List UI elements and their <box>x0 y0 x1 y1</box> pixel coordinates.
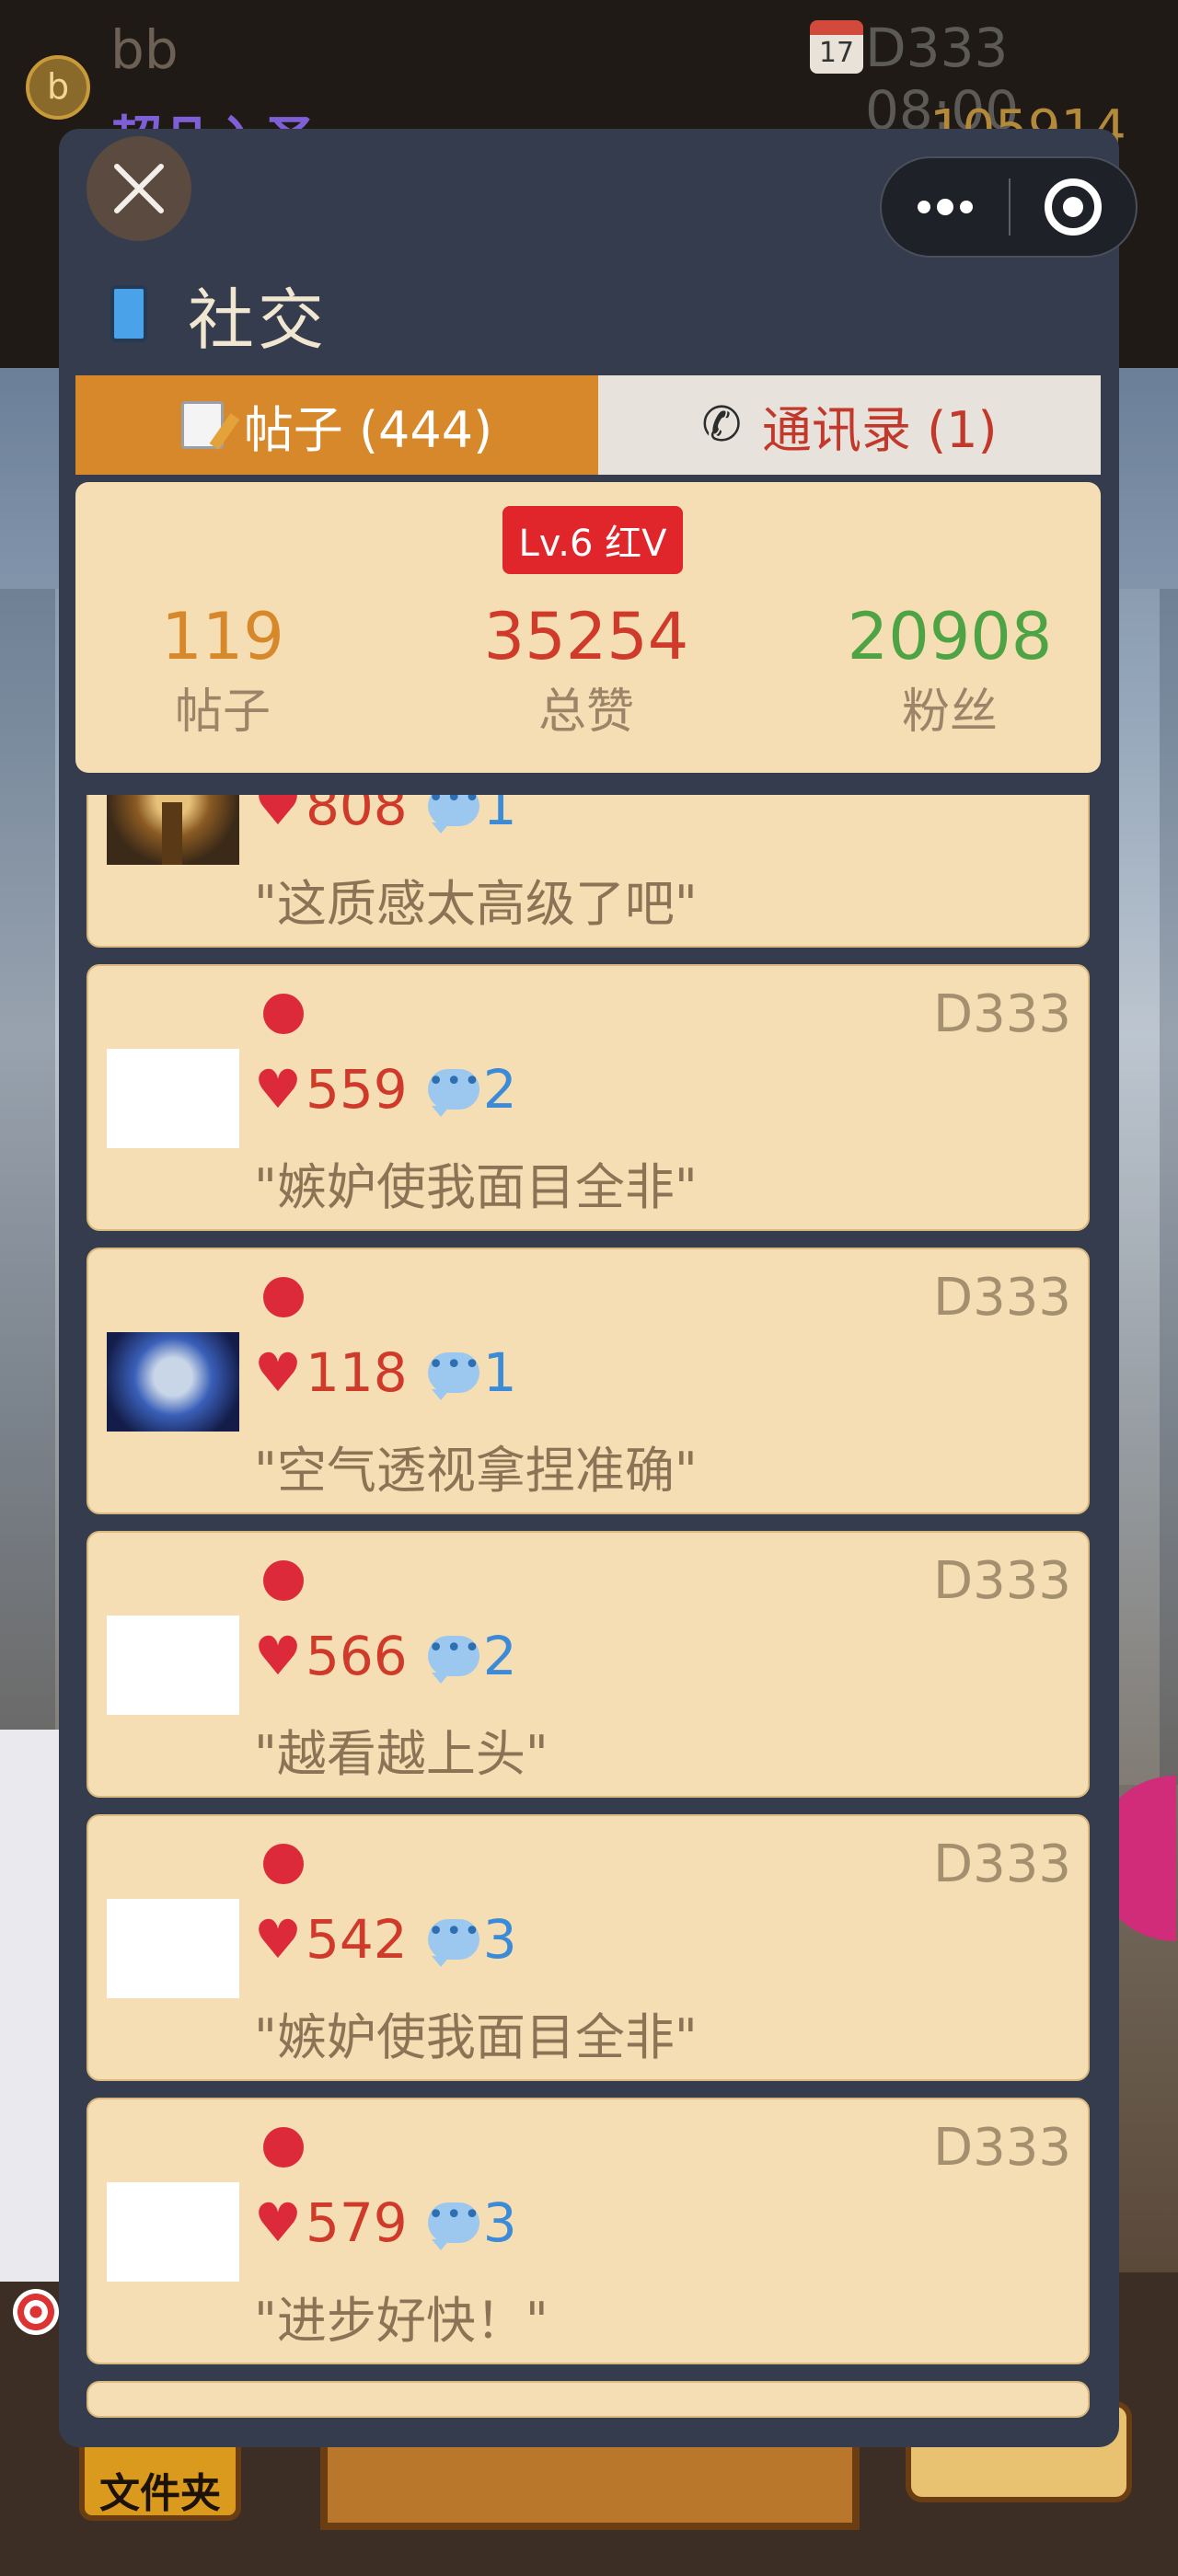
post-comments: 1 <box>482 795 517 837</box>
phone-icon <box>110 285 147 342</box>
heart-icon: ♥ <box>254 795 302 837</box>
post-card[interactable]: D333 ♥ 118 ••• 1 "空气透视拿捏准确" <box>87 1248 1090 1514</box>
stat-fans-value: 20908 <box>847 599 1053 674</box>
more-button[interactable] <box>882 158 1009 256</box>
player-avatar: b <box>26 55 90 120</box>
post-comments: 3 <box>482 1908 517 1971</box>
comment-bubble-icon: ••• <box>427 1918 480 1967</box>
post-metrics: ♥ 566 ••• 2 <box>254 1625 517 1687</box>
post-card[interactable]: D333♥808•••1"这质感太高级了吧" <box>87 795 1090 948</box>
heart-icon: ♥ <box>254 1908 302 1971</box>
calendar-icon: 17 <box>810 20 863 74</box>
tab-posts[interactable]: 帖子 (444) <box>75 375 598 475</box>
post-metrics: ♥ 559 ••• 2 <box>254 1058 517 1121</box>
post-thumbnail[interactable] <box>107 1049 239 1148</box>
post-quote: "嫉妒使我面目全非" <box>254 1158 698 1216</box>
heart-icon: ♥ <box>254 1625 302 1687</box>
post-list-content: D333♥808•••1"这质感太高级了吧"D333♥559•••2"嫉妒使我面… <box>87 795 1090 2434</box>
heart-icon: ♥ <box>254 1058 302 1121</box>
comment-bubble-icon: ••• <box>427 1068 480 1117</box>
post-list[interactable]: D333♥808•••1"这质感太高级了吧"D333♥559•••2"嫉妒使我面… <box>87 795 1090 2447</box>
post-card[interactable]: D333 ♥ 579 ••• 3 "进步好快！" <box>87 2098 1090 2364</box>
post-metrics: ♥ 579 ••• 3 <box>254 2191 517 2254</box>
post-comments: 2 <box>482 1625 517 1687</box>
memo-icon <box>180 401 224 449</box>
post-likes: 808 <box>306 795 408 837</box>
post-comments: 3 <box>482 2191 517 2254</box>
unread-dot <box>263 1844 304 1884</box>
post-comments: 2 <box>482 1058 517 1121</box>
stat-posts-label: 帖子 <box>174 684 271 740</box>
tab-posts-label: 帖子 (444) <box>243 400 493 459</box>
stat-posts-value: 119 <box>161 599 284 674</box>
target-icon <box>13 2289 59 2335</box>
heart-icon: ♥ <box>254 1341 302 1404</box>
post-thumbnail[interactable] <box>107 795 239 865</box>
post-card[interactable]: D333 ♥ 559 ••• 2 "嫉妒使我面目全非" <box>87 964 1090 1231</box>
post-likes: 118 <box>306 1341 408 1404</box>
profile-stats-card: Lv.6 红V 119 帖子 35254 总赞 20908 粉丝 <box>75 482 1101 773</box>
post-quote: "进步好快！" <box>254 2292 549 2350</box>
post-thumbnail[interactable] <box>107 2182 239 2282</box>
tab-contacts[interactable]: ✆ 通讯录 (1) <box>598 375 1101 475</box>
post-metrics: ♥ 118 ••• 1 <box>254 1341 517 1404</box>
post-likes: 542 <box>306 1908 408 1971</box>
level-badge: Lv.6 红V <box>502 506 683 574</box>
unread-dot <box>263 1560 304 1601</box>
post-day: D333 <box>932 1551 1071 1611</box>
miniprogram-capsule <box>880 156 1138 258</box>
stat-likes: 35254 总赞 <box>407 600 766 751</box>
post-thumbnail[interactable] <box>107 1332 239 1432</box>
comment-bubble-icon: ••• <box>427 1351 480 1400</box>
post-likes: 559 <box>306 1058 408 1121</box>
post-metrics: ♥ 542 ••• 3 <box>254 1908 517 1971</box>
unread-dot <box>263 1277 304 1317</box>
close-icon <box>114 164 164 213</box>
post-day: D333 <box>932 984 1071 1044</box>
target-icon <box>1045 178 1102 236</box>
post-metrics: ♥ 808 ••• 1 <box>254 795 517 837</box>
post-day: D333 <box>932 2118 1071 2178</box>
post-quote: "空气透视拿捏准确" <box>254 1442 698 1500</box>
modal-title: 社交 <box>188 281 329 359</box>
player-name: bb <box>110 18 179 81</box>
post-card[interactable]: D333 ♥ 542 ••• 3 "嫉妒使我面目全非" <box>87 1814 1090 2081</box>
post-quote: "越看越上头" <box>254 1725 549 1783</box>
unread-dot <box>263 994 304 1034</box>
close-button[interactable] <box>87 136 191 241</box>
modal-header: 社交 <box>110 272 328 359</box>
post-day: D333 <box>932 1834 1071 1894</box>
stat-posts: 119 帖子 <box>75 600 370 751</box>
post-card[interactable]: D333 ♥ 566 ••• 2 "越看越上头" <box>87 1531 1090 1798</box>
handset-icon: ✆ <box>701 397 742 453</box>
stat-fans: 20908 粉丝 <box>784 600 1115 751</box>
stat-likes-value: 35254 <box>483 599 689 674</box>
tab-bar: 帖子 (444) ✆ 通讯录 (1) <box>75 375 1101 475</box>
comment-bubble-icon: ••• <box>427 2202 480 2250</box>
post-likes: 579 <box>306 2191 408 2254</box>
post-day: D333 <box>932 1268 1071 1328</box>
heart-icon: ♥ <box>254 2191 302 2254</box>
post-quote: "这质感太高级了吧" <box>254 875 698 933</box>
background-side-panel <box>0 1730 59 2282</box>
post-thumbnail[interactable] <box>107 1616 239 1715</box>
tab-contacts-label: 通讯录 (1) <box>761 400 998 459</box>
comment-bubble-icon: ••• <box>427 795 480 834</box>
exit-miniprogram-button[interactable] <box>1011 178 1136 236</box>
post-likes: 566 <box>306 1625 408 1687</box>
post-comments: 1 <box>482 1341 517 1404</box>
unread-dot <box>263 2127 304 2168</box>
post-card[interactable] <box>87 2381 1090 2418</box>
comment-bubble-icon: ••• <box>427 1635 480 1684</box>
stat-likes-label: 总赞 <box>537 684 634 740</box>
post-thumbnail[interactable] <box>107 1899 239 1998</box>
stat-fans-label: 粉丝 <box>901 684 998 740</box>
post-quote: "嫉妒使我面目全非" <box>254 2008 698 2066</box>
more-dots-icon <box>918 199 973 215</box>
